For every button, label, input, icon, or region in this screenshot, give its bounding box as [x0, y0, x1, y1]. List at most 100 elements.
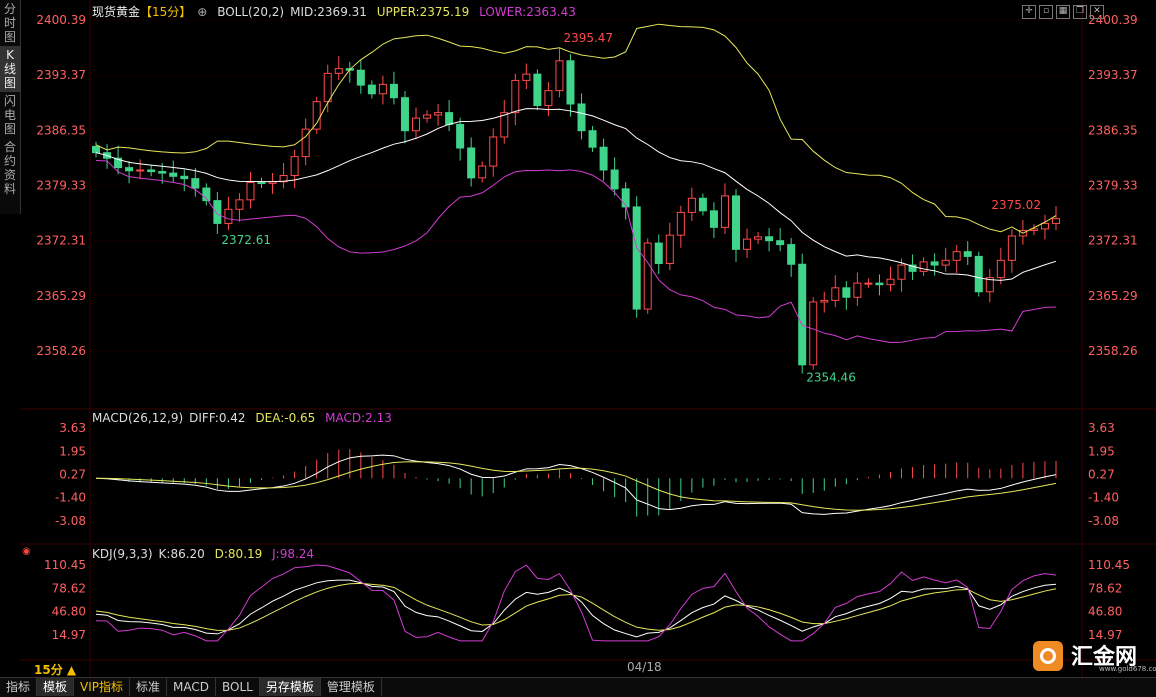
candle-body — [522, 73, 531, 81]
kdj-d: D:80.19 — [214, 547, 263, 561]
kdj-j: J:98.24 — [272, 547, 315, 561]
candle-body — [698, 197, 707, 212]
tab-save-template[interactable]: 另存模板 — [259, 678, 321, 696]
candle-body — [864, 282, 873, 285]
candle-body — [952, 251, 961, 261]
macd-dea-line — [95, 461, 1057, 511]
boll-lower-line — [95, 160, 1057, 344]
candle-body — [820, 299, 829, 303]
candle-body — [423, 114, 432, 119]
period-selector[interactable]: 15分 ▲ — [34, 661, 76, 678]
macd-value: MACD:2.13 — [325, 411, 392, 425]
candle-body — [996, 259, 1005, 279]
macd-tick-label-left: 3.63 — [59, 421, 86, 435]
candle-body — [665, 234, 674, 264]
window-icon[interactable]: ▫ — [1039, 5, 1053, 19]
candle-body — [963, 251, 972, 257]
macd-tick-label-right: -3.08 — [1088, 514, 1119, 528]
macd-tick-label-left: -3.08 — [55, 514, 86, 528]
candle-body — [367, 84, 376, 95]
logo-icon — [1033, 641, 1063, 671]
candle-body — [356, 69, 365, 86]
candle-body — [158, 171, 167, 174]
candle-body — [1007, 235, 1016, 261]
candle-body — [456, 123, 465, 149]
boll-label: BOLL(20,2) — [217, 5, 285, 19]
kdj-tick-label-left: 46.80 — [52, 605, 86, 619]
tab-indicators[interactable]: 指标 — [0, 678, 38, 696]
candle-body — [875, 282, 884, 286]
price-tick-label-right: 2372.31 — [1088, 234, 1138, 248]
price-tick-label-right: 2393.37 — [1088, 68, 1138, 82]
candle-body — [621, 188, 630, 208]
price-tick-label-right: 2386.35 — [1088, 123, 1138, 137]
instrument-title: 现货黄金 — [92, 5, 141, 19]
candle-body — [489, 136, 498, 167]
grid-icon[interactable]: ▦ — [1056, 5, 1070, 19]
candle-body — [919, 261, 928, 272]
tab-boll[interactable]: BOLL — [216, 678, 260, 696]
main-header: 现货黄金【15分】 ⊕ BOLL(20,2) MID:2369.31 UPPER:2… — [92, 3, 582, 20]
date-label: 04/18 — [627, 660, 662, 674]
candle-body — [765, 236, 774, 242]
candle-body — [434, 112, 443, 116]
tab-vip-indicators[interactable]: VIP指标 — [74, 678, 131, 696]
candle-body — [776, 240, 785, 246]
candle-body — [1040, 222, 1049, 230]
kdj-tick-label-left: 14.97 — [52, 628, 86, 642]
candle-body — [290, 156, 299, 176]
candle-body — [257, 182, 266, 185]
boll-upper: UPPER:2375.19 — [376, 5, 470, 19]
restore-icon[interactable]: ❐ — [1073, 5, 1087, 19]
candle-body — [930, 261, 939, 266]
kdj-tick-label-right: 110.45 — [1088, 558, 1130, 572]
candle-body — [235, 199, 244, 210]
candle-body — [533, 73, 542, 107]
annotation-low-left: 2372.61 — [221, 233, 271, 247]
candle-body — [511, 79, 520, 114]
candle-body — [544, 90, 553, 107]
macd-diff-line — [95, 454, 1057, 515]
macd-tick-label-right: 3.63 — [1088, 421, 1115, 435]
price-tick-label-right: 2365.29 — [1088, 289, 1138, 303]
logo-url: www.gold678.com — [1099, 665, 1156, 673]
candle-body — [709, 210, 718, 228]
settings-icon[interactable]: ⊕ — [197, 5, 207, 19]
tab-manage-templates[interactable]: 管理模板 — [321, 678, 382, 696]
candle-body — [555, 60, 564, 92]
price-tick-label-left: 2400.39 — [36, 13, 86, 27]
chart-area[interactable]: 2400.39 2400.392393.37 2393.372386.35 2386.… — [0, 0, 1156, 677]
tab-standard[interactable]: 标准 — [130, 678, 168, 696]
macd-tick-label-left: 1.95 — [59, 444, 86, 458]
macd-dea: DEA:-0.65 — [255, 411, 316, 425]
price-tick-label-right: 2358.26 — [1088, 344, 1138, 358]
crosshair-icon[interactable]: ✛ — [1022, 5, 1036, 19]
candle-body — [941, 259, 950, 266]
record-icon[interactable]: ◉ — [22, 546, 31, 557]
candle-body — [445, 112, 454, 125]
candle-body — [886, 278, 895, 286]
candle-body — [191, 178, 200, 189]
candle-body — [125, 167, 134, 172]
candle-body — [246, 182, 255, 201]
kdj-tick-label-right: 78.62 — [1088, 581, 1122, 595]
period-tag: 【15分】 — [140, 5, 192, 19]
candle-body — [400, 97, 409, 132]
candle-body — [787, 244, 796, 265]
candle-body — [974, 255, 983, 293]
price-tick-label-left: 2393.37 — [36, 68, 86, 82]
macd-tick-label-right: -1.40 — [1088, 491, 1119, 505]
annotation-recent-high: 2375.02 — [991, 198, 1041, 212]
tab-template[interactable]: 模板 — [37, 678, 75, 696]
candle-body — [897, 264, 906, 280]
kdj-tick-label-left: 110.45 — [44, 558, 86, 572]
price-tick-label-right: 2379.33 — [1088, 178, 1138, 192]
close-icon[interactable]: ✕ — [1090, 5, 1104, 19]
tab-macd[interactable]: MACD — [167, 678, 217, 696]
candle-body — [687, 197, 696, 213]
candle-body — [92, 145, 100, 154]
candle-body — [412, 117, 420, 132]
site-logo: 汇金网 www.gold678.com — [1033, 637, 1156, 677]
candle-body — [831, 287, 840, 301]
macd-header: MACD(26,12,9) DIFF:0.42 DEA:-0.65 MACD:2.… — [92, 411, 398, 425]
